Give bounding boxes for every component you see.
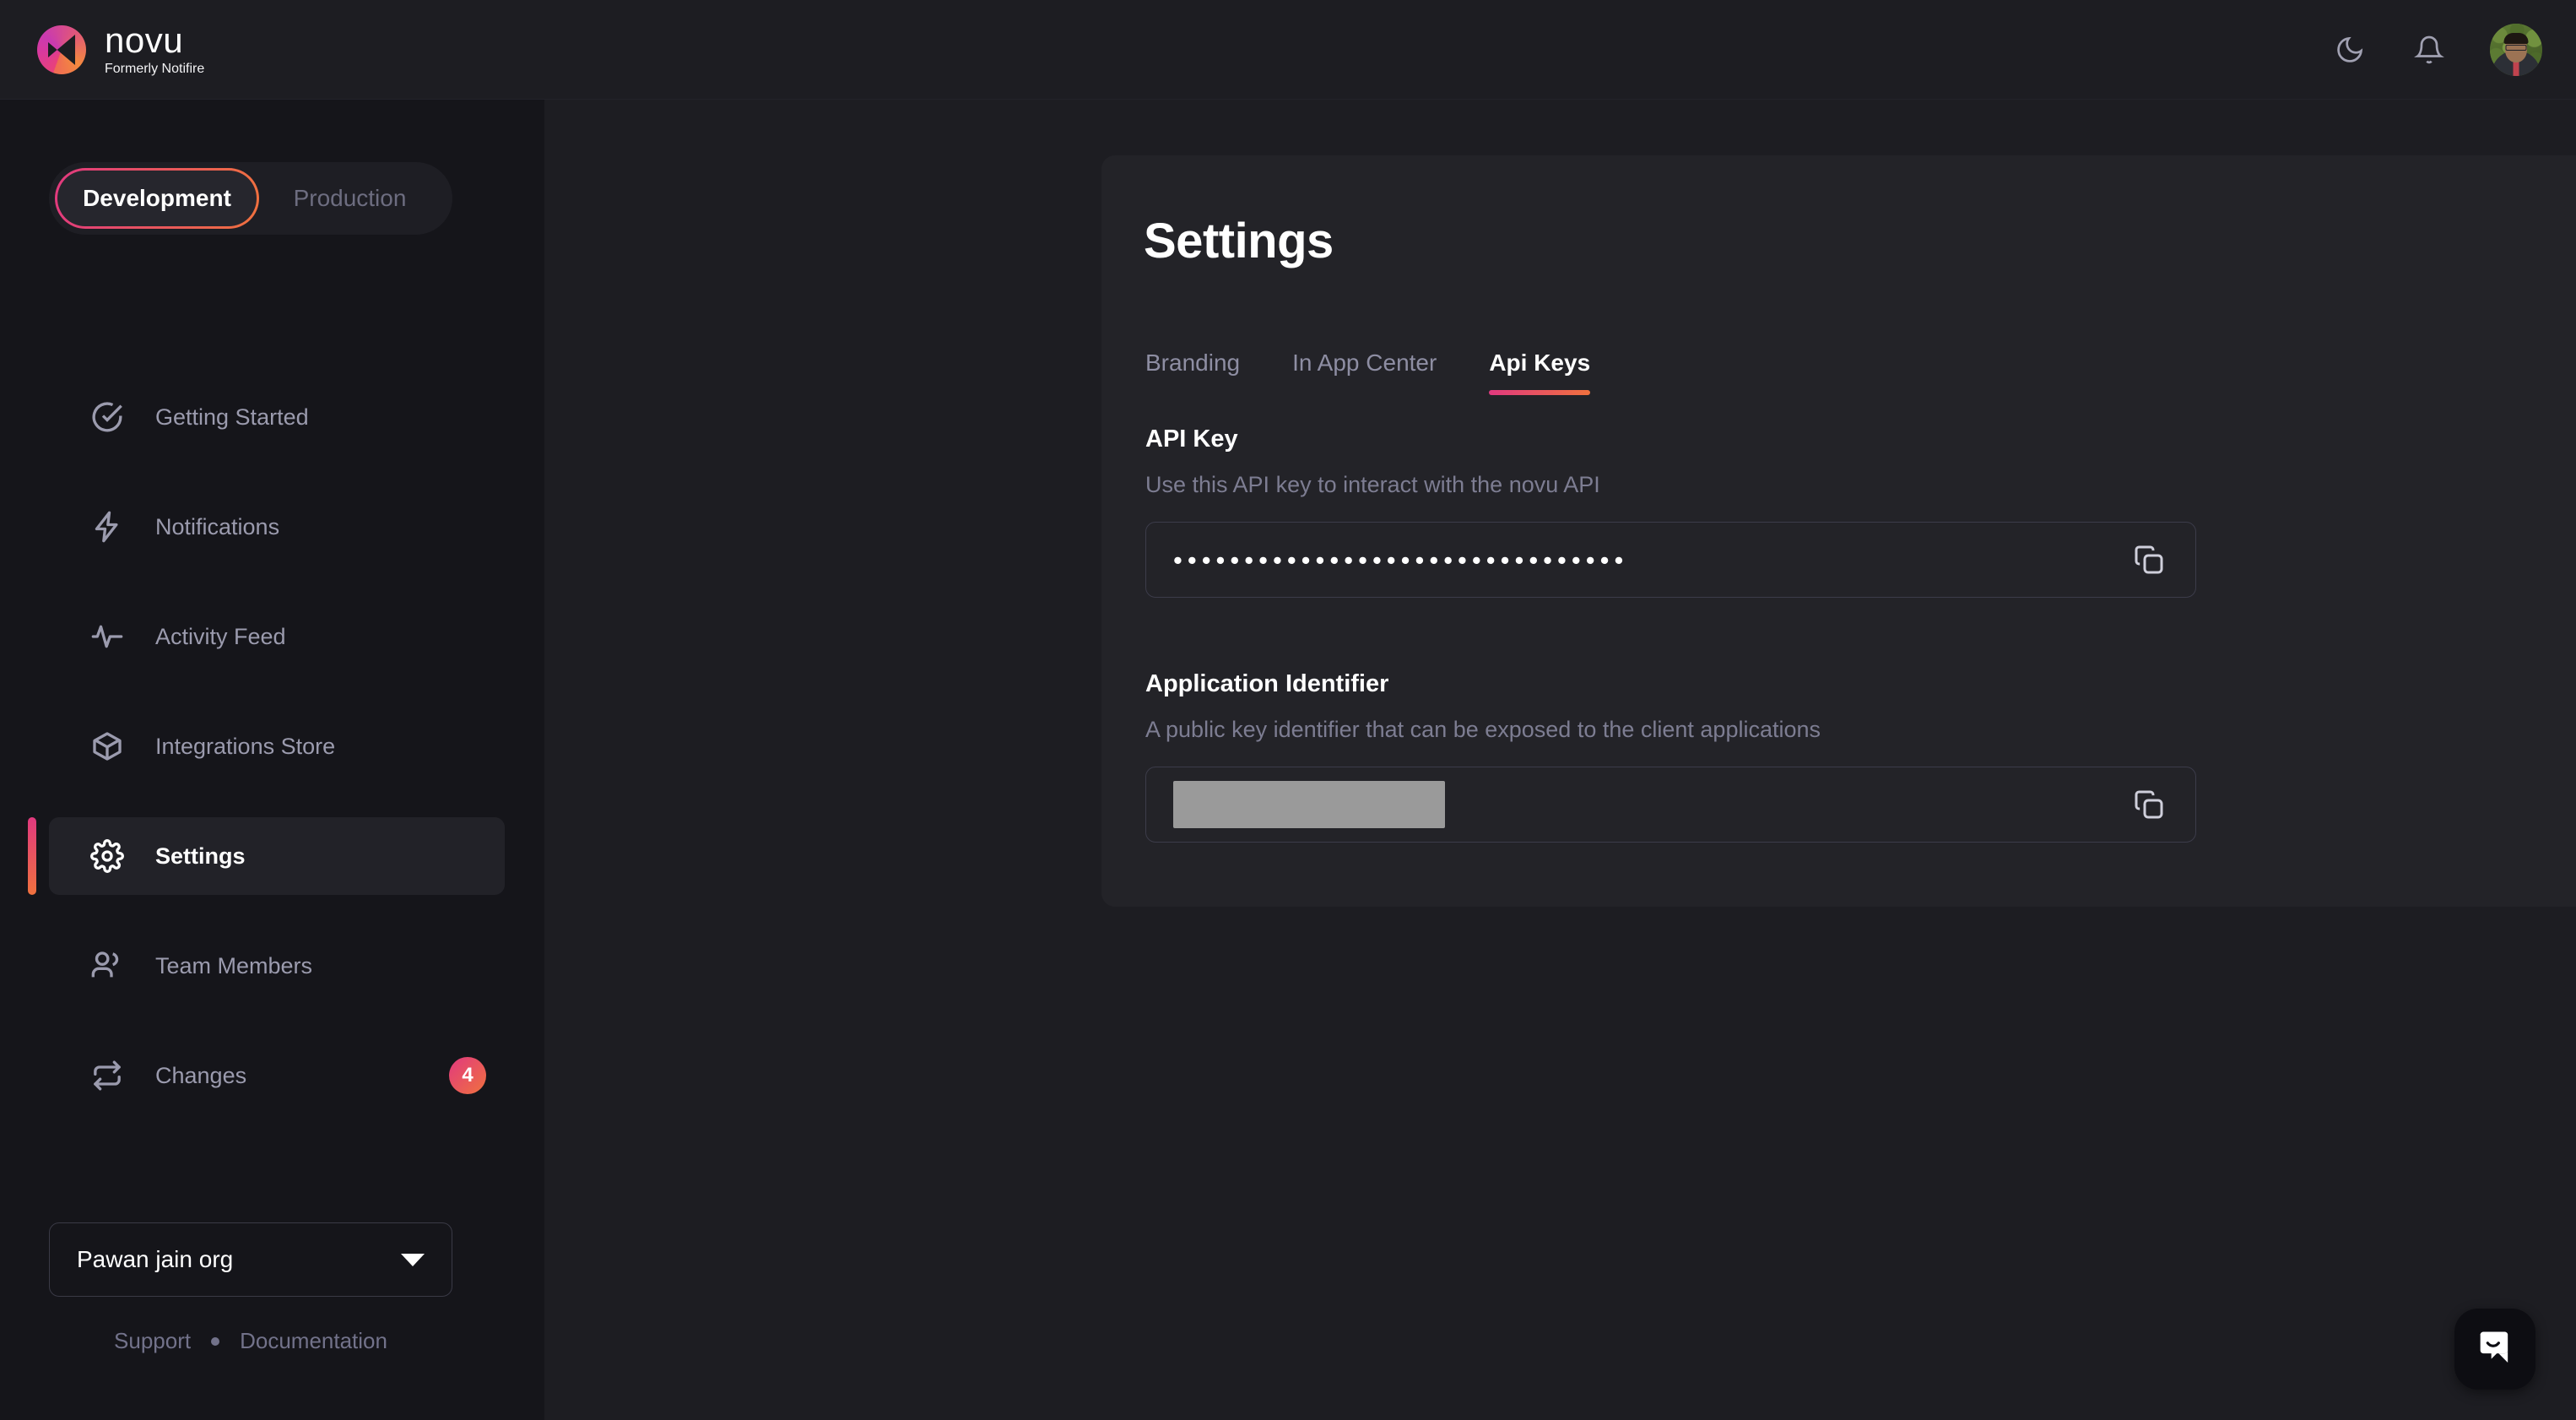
sidebar-item-integrations-store[interactable]: Integrations Store <box>49 707 505 785</box>
environment-switcher[interactable]: Development Production <box>49 162 452 235</box>
logo-text: novu Formerly Notifire <box>105 23 204 76</box>
sidebar-item-activity-feed[interactable]: Activity Feed <box>49 598 505 675</box>
users-icon <box>89 948 125 984</box>
settings-tabs: Branding In App Center Api Keys <box>1145 350 1590 395</box>
activity-pulse-icon <box>89 619 125 654</box>
sidebar: Development Production Getting Started N… <box>0 100 544 1420</box>
avatar[interactable] <box>2490 23 2542 76</box>
header-actions <box>2331 23 2542 76</box>
bolt-icon <box>89 509 125 545</box>
sidebar-item-label: Team Members <box>155 952 313 978</box>
organization-name: Pawan jain org <box>77 1246 234 1272</box>
env-tab-production[interactable]: Production <box>259 168 441 229</box>
novu-logo-icon <box>37 24 86 74</box>
moon-icon[interactable] <box>2331 31 2368 68</box>
sidebar-item-notifications[interactable]: Notifications <box>49 488 505 566</box>
api-key-label: API Key <box>1145 425 1238 453</box>
app-logo[interactable]: novu Formerly Notifire <box>37 23 204 76</box>
application-identifier-section: Application Identifier A public key iden… <box>1145 670 2196 843</box>
tab-branding[interactable]: Branding <box>1145 350 1240 395</box>
avatar-glasses <box>2505 44 2527 51</box>
api-key-description: Use this API key to interact with the no… <box>1145 472 1600 497</box>
sidebar-nav: Getting Started Notifications Activity F… <box>28 378 505 1146</box>
separator-dot-icon <box>211 1336 220 1346</box>
chat-bubble-smile-icon <box>2473 1325 2517 1374</box>
app-header: novu Formerly Notifire <box>0 0 2576 100</box>
api-key-section: API Key Use this API key to interact wit… <box>1145 425 2196 598</box>
sidebar-item-label: Getting Started <box>155 404 309 430</box>
sidebar-item-label: Integrations Store <box>155 733 336 759</box>
page-title: Settings <box>1144 214 1334 268</box>
sidebar-item-label: Changes <box>155 1062 247 1088</box>
sidebar-item-changes[interactable]: Changes 4 <box>49 1037 505 1114</box>
avatar-hair <box>2503 32 2529 44</box>
sidebar-item-getting-started[interactable]: Getting Started <box>49 378 505 456</box>
logo-wordmark: novu <box>105 20 184 60</box>
app-body: Development Production Getting Started N… <box>0 100 2576 1420</box>
documentation-link[interactable]: Documentation <box>240 1328 387 1354</box>
application-identifier-description: A public key identifier that can be expo… <box>1145 717 1821 742</box>
tab-in-app-center[interactable]: In App Center <box>1292 350 1437 395</box>
application-identifier-value-redacted <box>1173 781 1445 828</box>
gear-icon <box>89 838 125 874</box>
api-key-input[interactable]: •••••••••••••••••••••••••••••••• <box>1145 522 2196 598</box>
sidebar-footer: Support Documentation <box>49 1328 452 1354</box>
copy-icon[interactable] <box>2130 540 2168 579</box>
settings-card: Settings Branding In App Center Api Keys… <box>1101 155 2576 907</box>
repeat-arrows-icon <box>89 1058 125 1093</box>
copy-icon[interactable] <box>2130 785 2168 824</box>
sidebar-item-label: Notifications <box>155 513 280 539</box>
chat-widget-button[interactable] <box>2454 1309 2535 1390</box>
sidebar-item-label: Settings <box>155 843 246 869</box>
organization-selector[interactable]: Pawan jain org <box>49 1222 452 1297</box>
check-circle-icon <box>89 399 125 435</box>
logo-tagline: Formerly Notifire <box>105 62 205 76</box>
cube-box-icon <box>89 729 125 764</box>
application-identifier-input[interactable] <box>1145 767 2196 843</box>
bell-icon[interactable] <box>2411 31 2448 68</box>
sidebar-item-team-members[interactable]: Team Members <box>49 927 505 1005</box>
sidebar-item-settings[interactable]: Settings <box>28 817 505 895</box>
env-tab-development[interactable]: Development <box>55 168 259 229</box>
main-content: Settings Branding In App Center Api Keys… <box>544 100 2576 1420</box>
application-identifier-label: Application Identifier <box>1145 670 1389 697</box>
support-link[interactable]: Support <box>114 1328 191 1354</box>
api-key-value: •••••••••••••••••••••••••••••••• <box>1173 545 1629 575</box>
chevron-down-icon <box>401 1253 425 1266</box>
sidebar-item-label: Activity Feed <box>155 623 286 649</box>
changes-count-badge: 4 <box>449 1057 486 1094</box>
tab-api-keys[interactable]: Api Keys <box>1489 350 1590 395</box>
